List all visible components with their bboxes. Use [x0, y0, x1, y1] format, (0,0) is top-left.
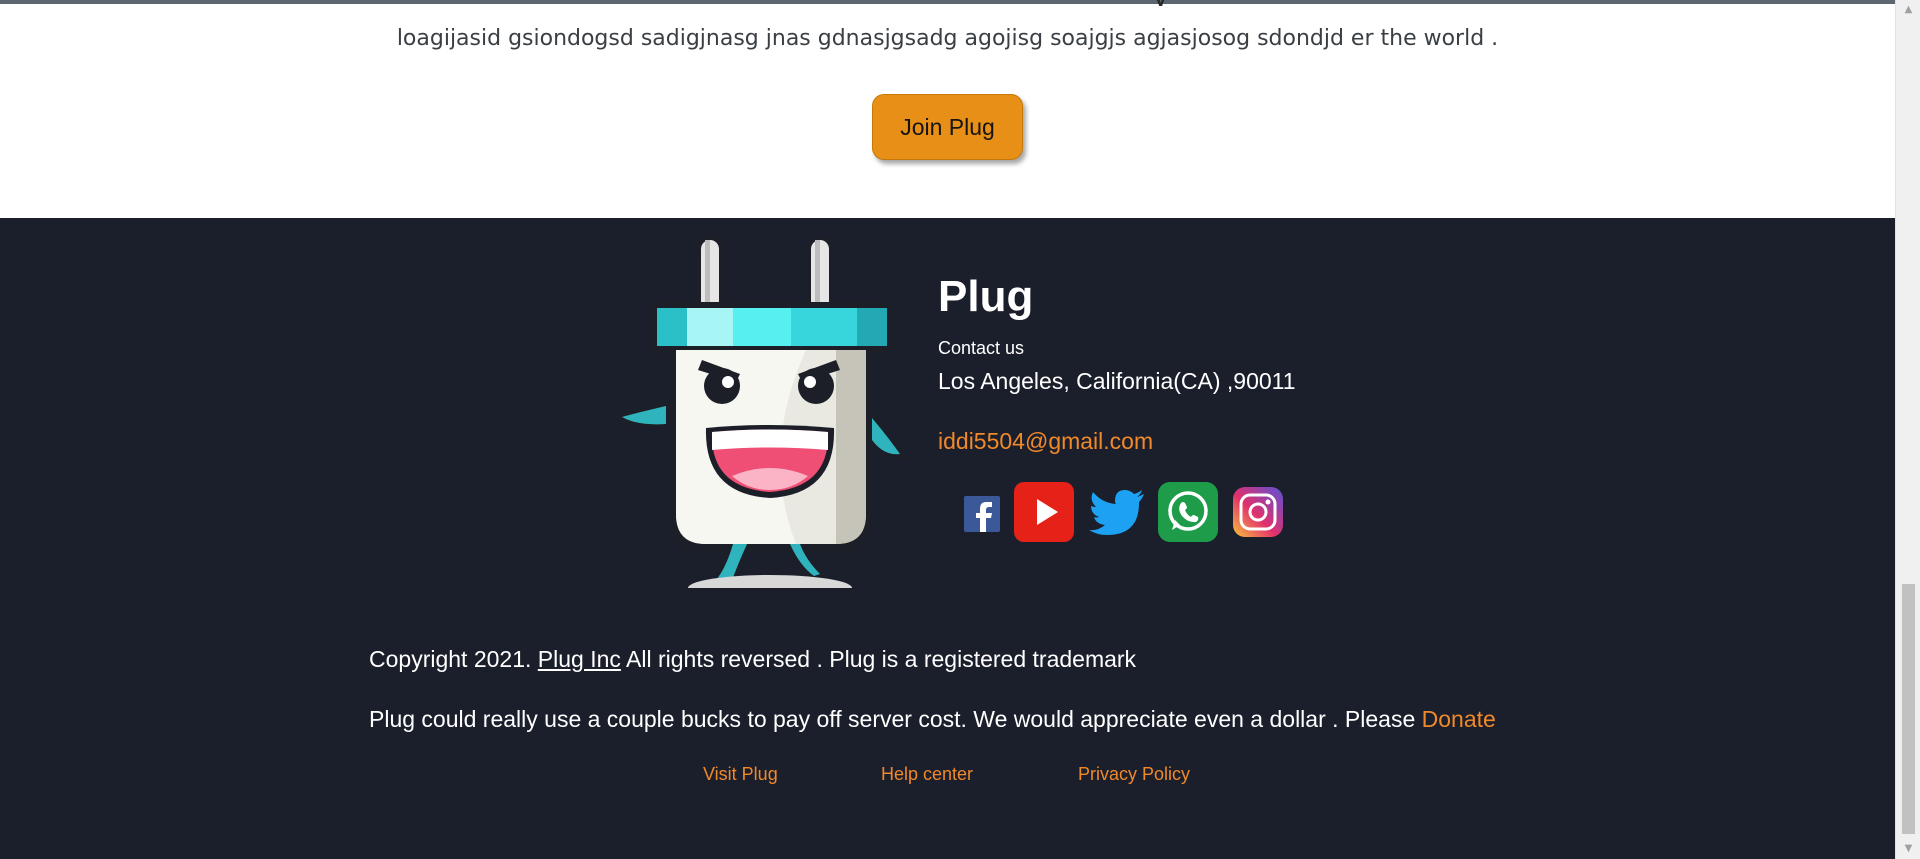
copyright-text: Copyright 2021. Plug Inc All rights reve…	[369, 646, 1136, 673]
donate-message: Plug could really use a couple bucks to …	[369, 706, 1422, 732]
copyright-suffix: All rights reversed . Plug is a register…	[620, 646, 1137, 672]
youtube-icon[interactable]	[1014, 482, 1074, 542]
brand-title: Plug	[938, 272, 1034, 321]
vertical-scrollbar[interactable]: ▲ ▼	[1895, 0, 1920, 859]
scroll-up-arrow-icon[interactable]: ▲	[1896, 0, 1920, 20]
contact-us-label: Contact us	[938, 338, 1025, 358]
scrollbar-thumb[interactable]	[1902, 584, 1915, 834]
email-link[interactable]: iddi5504@gmail.com	[938, 428, 1153, 455]
address: Los Angeles, California(CA) ,90011	[938, 368, 1296, 394]
tagline: loagijasid gsiondogsd sadigjnasg jnas gd…	[396, 26, 1499, 51]
donate-link[interactable]: Donate	[1422, 706, 1496, 732]
join-plug-button[interactable]: Join Plug	[872, 94, 1023, 160]
cut-off-heading: y	[1152, 0, 1182, 6]
facebook-icon[interactable]	[950, 482, 1010, 542]
donate-text: Plug could really use a couple bucks to …	[369, 706, 1496, 733]
footer: Plug Contact us Los Angeles, California(…	[0, 218, 1895, 859]
hero-section: y loagijasid gsiondogsd sadigjnasg jnas …	[0, 0, 1895, 218]
help-center-link[interactable]: Help center	[881, 764, 973, 785]
visit-plug-link[interactable]: Visit Plug	[703, 764, 778, 785]
plug-inc-link[interactable]: Plug Inc	[538, 646, 621, 672]
twitter-icon[interactable]	[1088, 482, 1148, 542]
privacy-policy-link[interactable]: Privacy Policy	[1078, 764, 1190, 785]
plug-mascot-logo	[612, 236, 908, 602]
footer-links: Visit Plug Help center Privacy Policy	[0, 764, 1895, 794]
whatsapp-icon[interactable]	[1158, 482, 1218, 542]
copyright-prefix: Copyright 2021.	[369, 646, 538, 672]
scroll-down-arrow-icon[interactable]: ▼	[1896, 839, 1920, 859]
instagram-icon[interactable]	[1228, 482, 1288, 542]
